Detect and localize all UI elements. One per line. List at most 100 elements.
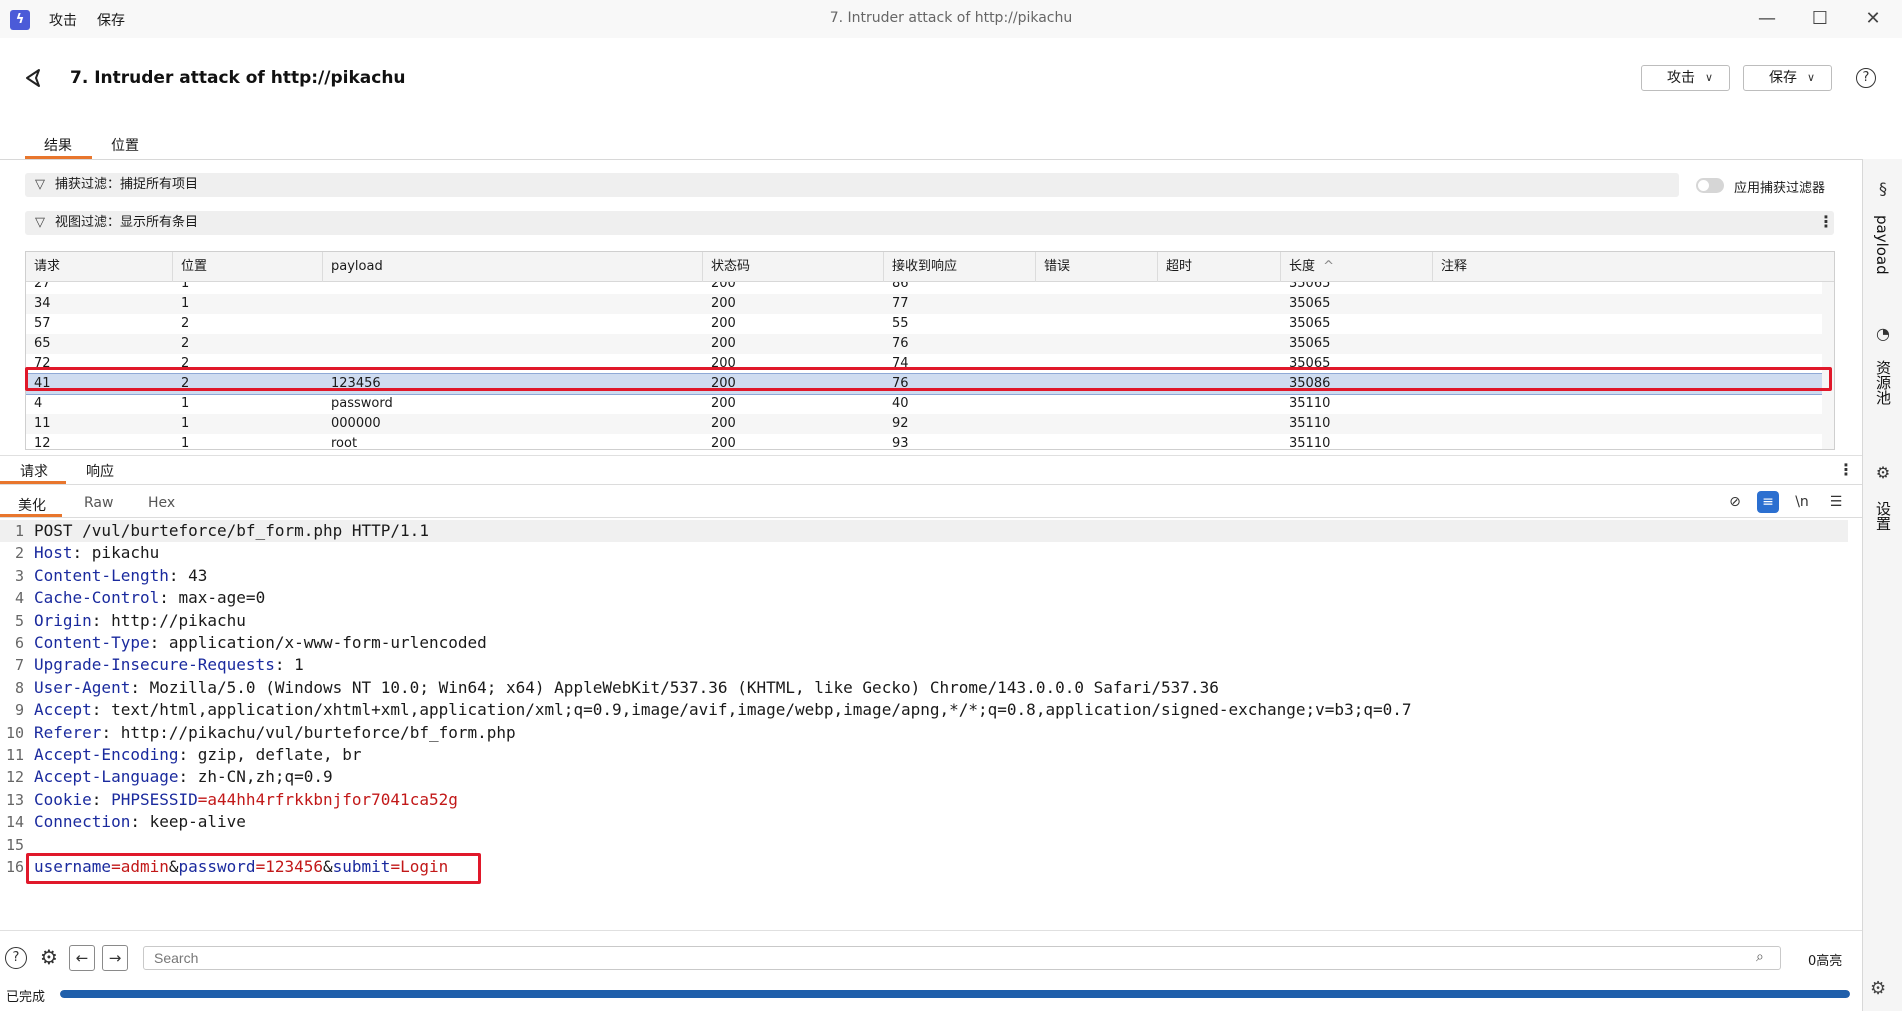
code-key: Accept xyxy=(34,700,92,720)
cell-length: 35110 xyxy=(1289,396,1331,411)
view-filter-bar[interactable]: ▽ 视图过滤：显示所有条目 xyxy=(25,211,1834,235)
split-divider[interactable] xyxy=(0,455,1862,456)
apply-capture-filter-toggle[interactable] xyxy=(1696,178,1724,193)
code-text: Upgrade-Insecure-Requests: 1 xyxy=(34,654,304,676)
table-row[interactable]: 65 2 200 76 35065 xyxy=(26,334,1822,354)
code-line[interactable]: 3 Content-Length: 43 xyxy=(0,565,1848,587)
code-line[interactable]: 12 Accept-Language: zh-CN,zh;q=0.9 xyxy=(0,766,1848,788)
tab-results[interactable]: 结果 xyxy=(44,135,72,155)
sidebar-settings-label: 设置 xyxy=(1874,501,1892,531)
cell-status: 200 xyxy=(711,296,736,311)
cell-length: 35065 xyxy=(1289,316,1331,331)
cell-payload xyxy=(323,314,331,334)
tab-hex[interactable]: Hex xyxy=(148,495,175,511)
col-received[interactable]: 接收到响应 xyxy=(884,252,1036,282)
code-text: Accept: text/html,application/xhtml+xml,… xyxy=(34,699,1412,721)
line-number: 15 xyxy=(5,835,24,854)
code-line[interactable]: 1 POST /vul/burteforce/bf_form.php HTTP/1… xyxy=(0,520,1848,542)
code-line[interactable]: 4 Cache-Control: max-age=0 xyxy=(0,587,1848,609)
col-payload[interactable]: payload xyxy=(323,252,703,282)
cell-error xyxy=(1036,434,1044,449)
cell-status: 200 xyxy=(711,316,736,331)
attack-dropdown-button[interactable]: 攻击 ∨ xyxy=(1641,65,1730,91)
settings-gear-icon[interactable]: ⚙ xyxy=(1870,978,1886,999)
cell-payload: 000000 xyxy=(331,416,381,431)
code-key: Upgrade-Insecure-Requests xyxy=(34,655,275,675)
eye-off-icon[interactable]: ⊘ xyxy=(1724,491,1746,513)
cell-error xyxy=(1036,294,1044,314)
col-status[interactable]: 状态码 xyxy=(703,252,884,282)
tab-positions[interactable]: 位置 xyxy=(111,135,139,155)
code-line[interactable]: 10 Referer: http://pikachu/vul/burteforce… xyxy=(0,722,1848,744)
results-table: 27 1 200 86 35065 34 1 200 77 35065 57 2 200 55 35065 6… xyxy=(25,251,1835,450)
code-line[interactable]: 5 Origin: http://pikachu xyxy=(0,610,1848,632)
code-line[interactable]: 7 Upgrade-Insecure-Requests: 1 xyxy=(0,654,1848,676)
minimize-button[interactable]: — xyxy=(1752,6,1782,32)
code-line[interactable]: 6 Content-Type: application/x-www-form-ur… xyxy=(0,632,1848,654)
more-vert-icon[interactable]: ⋮ xyxy=(1838,460,1854,479)
cell-received: 55 xyxy=(892,316,909,331)
page-title: 7. Intruder attack of http://pikachu xyxy=(70,68,406,88)
col-length[interactable]: 长度 ^ xyxy=(1281,252,1433,282)
cell-position: 1 xyxy=(181,296,190,311)
close-window-button[interactable]: ✕ xyxy=(1858,6,1888,32)
capture-filter-text: 捕获过滤：捕捉所有项目 xyxy=(55,177,199,192)
code-line[interactable]: 13 Cookie: PHPSESSID=a44hh4rfrkkbnjfor704… xyxy=(0,789,1848,811)
search-input[interactable] xyxy=(154,949,1734,967)
sidebar-tab-payload[interactable]: § payload xyxy=(1863,159,1902,309)
settings-gear-icon[interactable]: ⚙ xyxy=(36,945,62,971)
table-scrollbar[interactable] xyxy=(1822,282,1834,449)
capture-filter-bar[interactable]: ▽ 捕获过滤：捕捉所有项目 xyxy=(25,173,1679,197)
right-sidebar: § payload ◔ 资源池 ⚙ 设置 xyxy=(1862,159,1902,1011)
back-arrow-icon[interactable] xyxy=(22,66,46,90)
table-row[interactable]: 34 1 200 77 35065 xyxy=(26,294,1822,314)
code-line[interactable]: 8 User-Agent: Mozilla/5.0 (Windows NT 10.… xyxy=(0,677,1848,699)
search-box[interactable]: ⌕ xyxy=(143,946,1781,970)
col-position[interactable]: 位置 xyxy=(173,252,323,282)
cell-position: 2 xyxy=(181,336,190,351)
help-icon[interactable]: ? xyxy=(1856,68,1876,88)
tab-raw[interactable]: Raw xyxy=(84,495,113,511)
col-request[interactable]: 请求 xyxy=(26,252,173,282)
settings-gear-icon: ⚙ xyxy=(1875,463,1891,482)
tab-request[interactable]: 请求 xyxy=(20,461,48,481)
cell-comment xyxy=(1433,394,1441,414)
save-dropdown-button[interactable]: 保存 ∨ xyxy=(1743,65,1832,91)
code-line[interactable]: 9 Accept: text/html,application/xhtml+xml… xyxy=(0,699,1848,721)
code-text: Host: pikachu xyxy=(34,542,159,564)
arrow-right-icon[interactable]: → xyxy=(102,945,128,971)
code-text: Cache-Control: max-age=0 xyxy=(34,587,265,609)
table-row[interactable]: 11 1 000000 200 92 35110 xyxy=(26,414,1822,434)
wrap-lines-icon[interactable]: ≡ xyxy=(1757,491,1779,513)
tab-pretty[interactable]: 美化 xyxy=(18,495,46,515)
arrow-left-icon[interactable]: ← xyxy=(69,945,95,971)
search-icon[interactable]: ⌕ xyxy=(1756,949,1764,965)
menu-lines-icon[interactable]: ☰ xyxy=(1825,491,1847,513)
window-title: 7. Intruder attack of http://pikachu xyxy=(829,10,1073,26)
sidebar-tab-resource-pool[interactable]: ◔ 资源池 xyxy=(1863,314,1902,424)
apply-capture-filter-label: 应用捕获过滤器 xyxy=(1734,181,1826,196)
code-line[interactable]: 14 Connection: keep-alive xyxy=(0,811,1848,833)
cell-received: 76 xyxy=(892,336,909,351)
tab-response[interactable]: 响应 xyxy=(86,461,114,481)
line-number: 2 xyxy=(14,544,24,563)
code-line[interactable]: 2 Host: pikachu xyxy=(0,542,1848,564)
line-number: 5 xyxy=(14,611,24,630)
table-row[interactable]: 57 2 200 55 35065 xyxy=(26,314,1822,334)
maximize-button[interactable]: ☐ xyxy=(1805,6,1835,32)
table-row[interactable]: 4 1 password 200 40 35110 xyxy=(26,394,1822,414)
col-timeout[interactable]: 超时 xyxy=(1158,252,1281,282)
newline-toggle[interactable]: \n xyxy=(1791,491,1813,513)
table-row[interactable]: 12 1 root 200 93 35110 xyxy=(26,434,1822,450)
line-number: 14 xyxy=(5,813,24,832)
filter-funnel-icon: ▽ xyxy=(35,177,45,192)
sidebar-tab-settings[interactable]: ⚙ 设置 xyxy=(1863,449,1902,539)
more-vert-icon[interactable]: ⋮ xyxy=(1818,212,1834,231)
cell-received: 93 xyxy=(892,436,909,450)
col-error[interactable]: 错误 xyxy=(1036,252,1158,282)
code-key: Accept-Encoding xyxy=(34,745,179,764)
code-key: PHPSESSID xyxy=(111,789,198,809)
help-icon[interactable]: ? xyxy=(5,947,27,969)
col-comment[interactable]: 注释 xyxy=(1433,252,1822,282)
code-line[interactable]: 11 Accept-Encoding: gzip, deflate, br xyxy=(0,744,1848,766)
